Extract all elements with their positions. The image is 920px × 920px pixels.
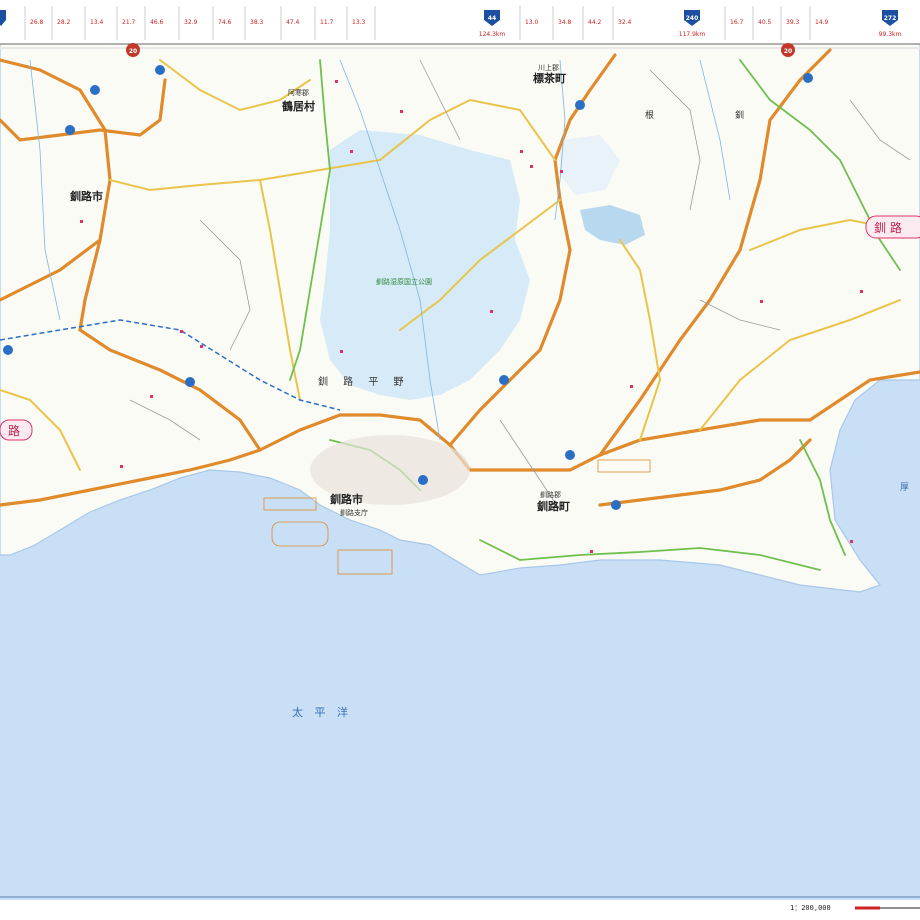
- svg-text:39.3: 39.3: [786, 19, 800, 26]
- region-akkeshi: 厚: [900, 482, 909, 493]
- svg-text:11.7: 11.7: [320, 19, 334, 26]
- svg-text:46.6: 46.6: [150, 19, 164, 26]
- svg-text:40.5: 40.5: [758, 19, 772, 26]
- top-info-bar: [0, 0, 920, 44]
- region-ne-2: 釧: [735, 109, 744, 121]
- svg-text:16.7: 16.7: [730, 19, 744, 26]
- svg-text:47.4: 47.4: [286, 19, 300, 26]
- svg-text:32.4: 32.4: [618, 19, 632, 26]
- svg-text:272: 272: [884, 15, 897, 22]
- svg-text:13.0: 13.0: [525, 19, 539, 26]
- region-boundary-right: 釧 路: [874, 220, 902, 235]
- svg-text:13.3: 13.3: [352, 19, 366, 26]
- city-tsurui: 鶴居村: [282, 99, 315, 113]
- svg-text:14.9: 14.9: [815, 19, 829, 26]
- svg-text:240: 240: [686, 15, 699, 22]
- map-canvas[interactable]: 26.8 28.2 13.4 21.7 46.6 32.9 74.6 38.3 47.4…: [0, 0, 920, 920]
- svg-text:99.3km: 99.3km: [879, 31, 902, 38]
- svg-text:阿寒郡: 阿寒郡: [288, 88, 309, 97]
- region-kushiro-plain: 釧 路 平 野: [318, 375, 410, 388]
- svg-text:74.6: 74.6: [218, 19, 232, 26]
- svg-text:川上郡: 川上郡: [538, 63, 559, 72]
- svg-text:34.8: 34.8: [558, 19, 572, 26]
- region-ne-1: 根: [645, 109, 654, 121]
- svg-text:21.7: 21.7: [122, 19, 136, 26]
- svg-text:釧路支庁: 釧路支庁: [340, 508, 368, 517]
- svg-text:28.2: 28.2: [57, 19, 71, 26]
- city-kushiro-main: 釧路市: [329, 492, 363, 506]
- svg-text:26.8: 26.8: [30, 19, 44, 26]
- park-label: 釧路湿原国立公園: [376, 277, 432, 286]
- svg-text:44.2: 44.2: [588, 19, 602, 26]
- city-shibecha: 標茶町: [533, 71, 566, 85]
- svg-text:117.9km: 117.9km: [679, 31, 706, 38]
- map-view[interactable]: 26.8 28.2 13.4 21.7 46.6 32.9 74.6 38.3 47.4…: [0, 0, 920, 920]
- route-marker-20-left: 20: [126, 43, 140, 57]
- svg-text:20: 20: [129, 48, 137, 55]
- svg-text:38.3: 38.3: [250, 19, 264, 26]
- route-marker-20-right: 20: [781, 43, 795, 57]
- svg-text:20: 20: [784, 48, 792, 55]
- region-boundary-left: 路: [8, 423, 20, 438]
- svg-text:32.9: 32.9: [184, 19, 198, 26]
- city-kushiro-town: 釧路町: [536, 499, 570, 513]
- ocean-label: 太 平 洋: [292, 705, 352, 719]
- svg-text:釧路郡: 釧路郡: [540, 490, 561, 499]
- city-kushiro-north: 釧路市: [69, 189, 103, 203]
- bottom-bar: [0, 900, 920, 920]
- svg-text:44: 44: [488, 15, 496, 22]
- map-scale: 1：200,000: [790, 904, 831, 912]
- svg-text:124.3km: 124.3km: [479, 31, 506, 38]
- svg-text:13.4: 13.4: [90, 19, 104, 26]
